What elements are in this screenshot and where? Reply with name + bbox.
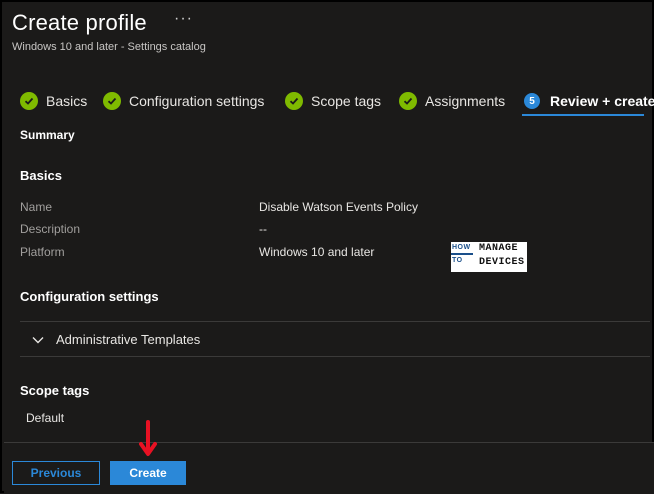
- tab-basics-label: Basics: [46, 93, 88, 109]
- divider: [20, 356, 650, 357]
- name-label: Name: [20, 200, 53, 214]
- description-value: --: [259, 222, 267, 236]
- checkmark-icon: [20, 92, 38, 110]
- scope-tag-value: Default: [26, 411, 65, 425]
- divider: [20, 321, 650, 322]
- create-button[interactable]: Create: [110, 461, 186, 485]
- administrative-templates-accordion[interactable]: Administrative Templates: [20, 323, 650, 356]
- step-number-badge: 5: [524, 93, 540, 109]
- how-to-manage-devices-logo: HOW TO MANAGE DEVICES: [451, 242, 527, 272]
- red-arrow-annotation-icon: [139, 420, 157, 456]
- configuration-settings-heading: Configuration settings: [20, 289, 159, 304]
- platform-value: Windows 10 and later: [259, 245, 375, 259]
- checkmark-icon: [103, 92, 121, 110]
- page-subtitle: Windows 10 and later - Settings catalog: [12, 41, 206, 53]
- chevron-down-icon[interactable]: [32, 336, 44, 344]
- create-profile-blade: Create profile ··· Windows 10 and later …: [0, 0, 654, 494]
- accordion-label: Administrative Templates: [56, 332, 201, 347]
- tab-assignments[interactable]: Assignments: [399, 88, 505, 114]
- summary-heading: Summary: [20, 128, 75, 142]
- footer-bar: [4, 442, 654, 494]
- more-options-icon[interactable]: ···: [174, 10, 193, 28]
- checkmark-icon: [399, 92, 417, 110]
- active-tab-indicator: [522, 114, 644, 116]
- tab-configuration-settings[interactable]: Configuration settings: [103, 88, 264, 114]
- tab-basics[interactable]: Basics: [20, 88, 87, 114]
- platform-label: Platform: [20, 245, 65, 259]
- tab-scope-tags[interactable]: Scope tags: [285, 88, 381, 114]
- previous-button[interactable]: Previous: [12, 461, 100, 485]
- tab-configuration-settings-label: Configuration settings: [129, 93, 265, 109]
- basics-heading: Basics: [20, 168, 62, 183]
- scope-tags-heading: Scope tags: [20, 383, 90, 398]
- tab-assignments-label: Assignments: [425, 93, 506, 109]
- description-label: Description: [20, 222, 81, 236]
- checkmark-icon: [285, 92, 303, 110]
- name-value: Disable Watson Events Policy: [259, 200, 418, 214]
- tab-review-create[interactable]: 5 Review + create: [524, 88, 654, 114]
- page-title: Create profile: [12, 10, 147, 35]
- tab-scope-tags-label: Scope tags: [311, 93, 382, 109]
- tab-review-create-label: Review + create: [550, 93, 654, 109]
